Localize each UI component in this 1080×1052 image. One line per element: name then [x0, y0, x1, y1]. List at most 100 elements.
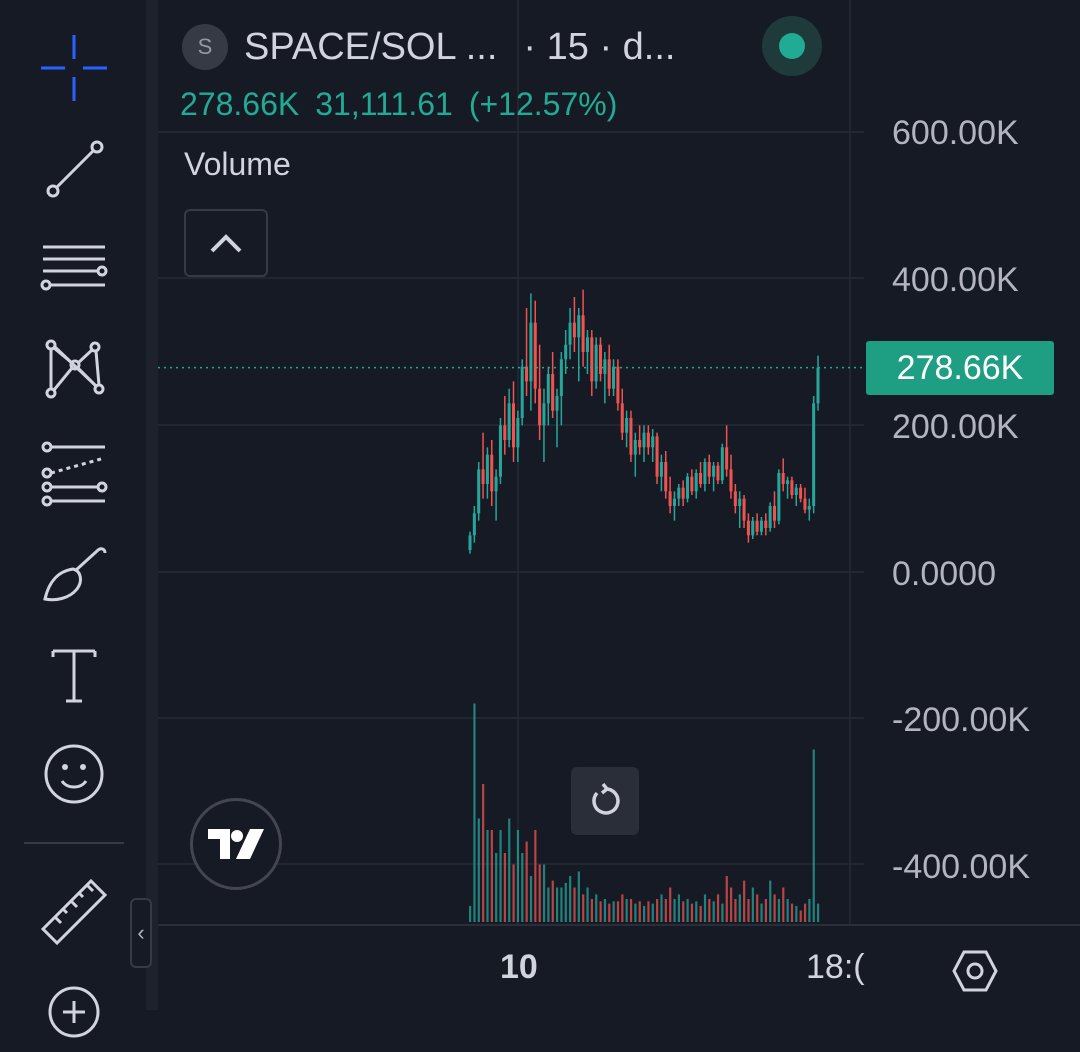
candle-body — [612, 366, 616, 389]
volume-bar — [621, 894, 624, 922]
candle-body — [668, 491, 672, 506]
volume-bar — [542, 864, 546, 922]
last-value: 278.66K — [180, 86, 300, 122]
trend-line-icon[interactable] — [34, 128, 114, 208]
volume-bars — [469, 703, 820, 922]
candle-body — [751, 520, 755, 536]
candle-body — [490, 454, 494, 492]
forecast-icon[interactable] — [34, 432, 114, 512]
candle-body — [685, 476, 690, 499]
volume-bar — [629, 899, 633, 922]
toolbar-divider — [24, 842, 124, 844]
volume-bar — [516, 830, 520, 922]
chart-pane[interactable]: S SPACE/SOL ... · 15 · d... 278.66K 31,11… — [158, 0, 1080, 1010]
change-percent: (+12.57%) — [468, 86, 618, 122]
volume-bar — [603, 899, 607, 922]
candle-body — [520, 366, 524, 418]
volume-bar — [817, 903, 820, 922]
ruler-icon[interactable] — [34, 872, 114, 952]
volume-bar — [764, 899, 767, 922]
candle-body — [620, 403, 624, 433]
candle-body — [538, 388, 542, 426]
crosshair-icon[interactable] — [34, 28, 114, 108]
candle-body — [790, 480, 794, 495]
pattern-icon[interactable] — [34, 328, 114, 408]
collapse-legend-button[interactable] — [184, 209, 268, 277]
volume-bar — [730, 887, 733, 922]
candle-body — [672, 498, 676, 506]
volume-bar — [699, 905, 702, 922]
symbol-name[interactable]: SPACE/SOL ... — [244, 26, 497, 69]
volume-bar — [612, 901, 615, 922]
volume-bar — [508, 818, 511, 922]
reset-chart-button[interactable] — [571, 767, 639, 835]
tradingview-logo[interactable] — [190, 798, 282, 890]
interval-label[interactable]: · 15 · d... — [523, 26, 675, 69]
market-status-button[interactable] — [762, 16, 822, 76]
candle-body — [694, 473, 698, 492]
brush-icon[interactable] — [34, 532, 114, 612]
volume-bar — [708, 899, 711, 922]
chevron-up-icon — [210, 234, 242, 253]
volume-bar — [556, 887, 559, 922]
candle-body — [759, 520, 763, 532]
volume-bar — [756, 894, 759, 922]
symbol-legend[interactable]: S SPACE/SOL ... · 15 · d... — [182, 24, 675, 70]
volume-bar — [547, 887, 550, 922]
candle-body — [529, 322, 533, 382]
candle-body — [472, 513, 476, 536]
price-axis-label: 0.0000 — [892, 555, 996, 593]
candle-body — [707, 462, 711, 477]
chart-settings-button[interactable] — [952, 948, 998, 994]
volume-bar — [573, 887, 576, 922]
volume-bar — [773, 894, 776, 922]
horizontal-lines-icon[interactable] — [34, 228, 114, 308]
volume-bar — [656, 899, 659, 922]
volume-bar — [586, 887, 589, 922]
text-icon[interactable] — [34, 634, 114, 714]
candle-body — [607, 359, 611, 389]
volume-bar — [690, 903, 694, 922]
price-axis-label: 600.00K — [892, 114, 1019, 152]
volume-bar — [660, 894, 663, 922]
zoom-in-icon[interactable] — [34, 972, 114, 1052]
candle-body — [477, 469, 481, 514]
candle-body — [598, 344, 603, 374]
volume-bar — [490, 830, 493, 922]
price-axis-label: -400.00K — [892, 848, 1030, 886]
volume-bar — [616, 901, 620, 922]
volume-bar — [803, 903, 807, 922]
volume-bar — [512, 864, 515, 922]
candle-body — [733, 491, 737, 506]
volume-bar — [499, 830, 502, 922]
volume-bar — [738, 894, 741, 922]
candle-body — [481, 469, 485, 484]
market-status-icon — [779, 33, 805, 59]
time-axis-label: 18:( — [806, 948, 865, 986]
candle-body — [638, 440, 642, 448]
candle-body — [768, 506, 772, 528]
volume-bar — [599, 901, 602, 922]
change-value: 31,111.61 — [315, 86, 453, 122]
emoji-icon[interactable] — [34, 734, 114, 814]
candle-body — [625, 418, 629, 433]
candle-body — [720, 447, 724, 481]
settings-hexagon-icon — [952, 950, 998, 992]
volume-bar — [595, 894, 598, 922]
volume-bar — [577, 871, 580, 922]
legend-values: 278.66K 31,111.61 (+12.57%) — [180, 86, 633, 123]
candle-body — [525, 366, 529, 382]
volume-indicator-label[interactable]: Volume — [184, 146, 291, 183]
candle-body — [725, 447, 729, 470]
hide-toolbar-button[interactable]: ‹ — [130, 898, 152, 968]
candle-body — [568, 322, 572, 345]
volume-bar — [634, 903, 637, 922]
volume-bar — [777, 899, 781, 922]
time-axis-label: 10 — [500, 948, 538, 986]
symbol-logo: S — [182, 24, 228, 70]
toolbar-separator — [146, 0, 158, 1010]
last-price-tag: 278.66K — [866, 341, 1054, 395]
candle-body — [533, 322, 537, 389]
volume-bar — [647, 901, 650, 922]
volume-bar — [782, 887, 785, 922]
